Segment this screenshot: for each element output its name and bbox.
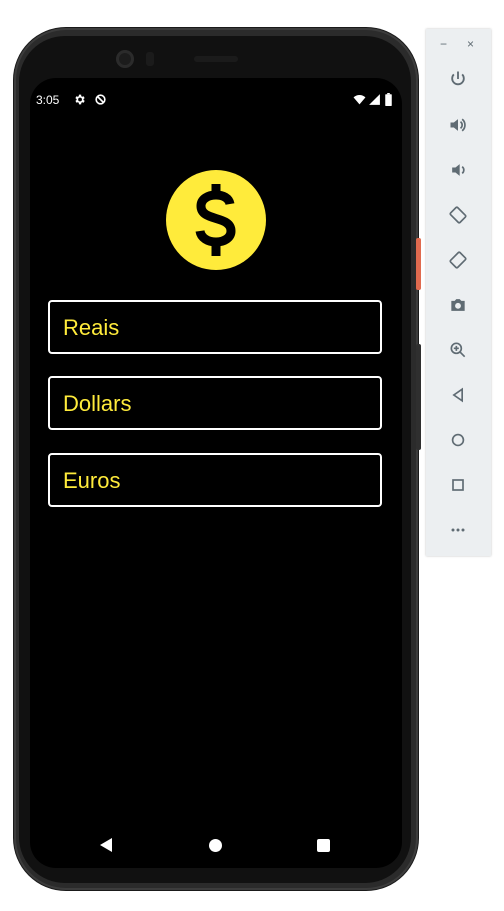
volume-side-button <box>416 344 421 450</box>
option-label: Euros <box>63 468 121 493</box>
settings-gear-icon <box>75 94 85 105</box>
home-icon[interactable] <box>446 428 470 452</box>
zoom-icon[interactable] <box>446 338 470 362</box>
wifi-icon <box>353 94 366 105</box>
cell-signal-icon <box>369 94 380 105</box>
data-saver-icon <box>95 94 106 105</box>
back-icon[interactable] <box>446 383 470 407</box>
status-time: 3:05 <box>36 93 60 107</box>
battery-icon <box>385 93 392 106</box>
camera-icon[interactable] <box>446 293 470 317</box>
device-screen: 3:05 Reais Dollars Euros <box>30 78 402 868</box>
minimize-button[interactable]: − <box>440 37 447 51</box>
earpiece-speaker <box>194 56 238 62</box>
front-camera <box>116 50 134 68</box>
emulator-toolbar: − × <box>426 29 491 556</box>
nav-home-icon[interactable] <box>209 839 222 852</box>
nav-back-icon[interactable] <box>100 838 112 852</box>
overview-icon[interactable] <box>446 473 470 497</box>
rotate-right-icon[interactable] <box>446 248 470 272</box>
dollar-coin-icon <box>166 170 266 270</box>
volume-down-icon[interactable] <box>446 158 470 182</box>
more-icon[interactable] <box>446 518 470 542</box>
volume-up-icon[interactable] <box>446 113 470 137</box>
nav-recents-icon[interactable] <box>317 839 330 852</box>
option-dollars-button[interactable]: Dollars <box>48 376 382 430</box>
power-icon[interactable] <box>446 67 470 91</box>
option-reais-button[interactable]: Reais <box>48 300 382 354</box>
rotate-left-icon[interactable] <box>446 203 470 227</box>
proximity-sensor <box>146 52 154 66</box>
option-label: Reais <box>63 315 120 340</box>
close-button[interactable]: × <box>467 37 474 51</box>
option-label: Dollars <box>63 391 132 416</box>
status-bar: 3:05 <box>30 78 402 122</box>
power-side-button <box>416 238 421 290</box>
option-euros-button[interactable]: Euros <box>48 453 382 507</box>
